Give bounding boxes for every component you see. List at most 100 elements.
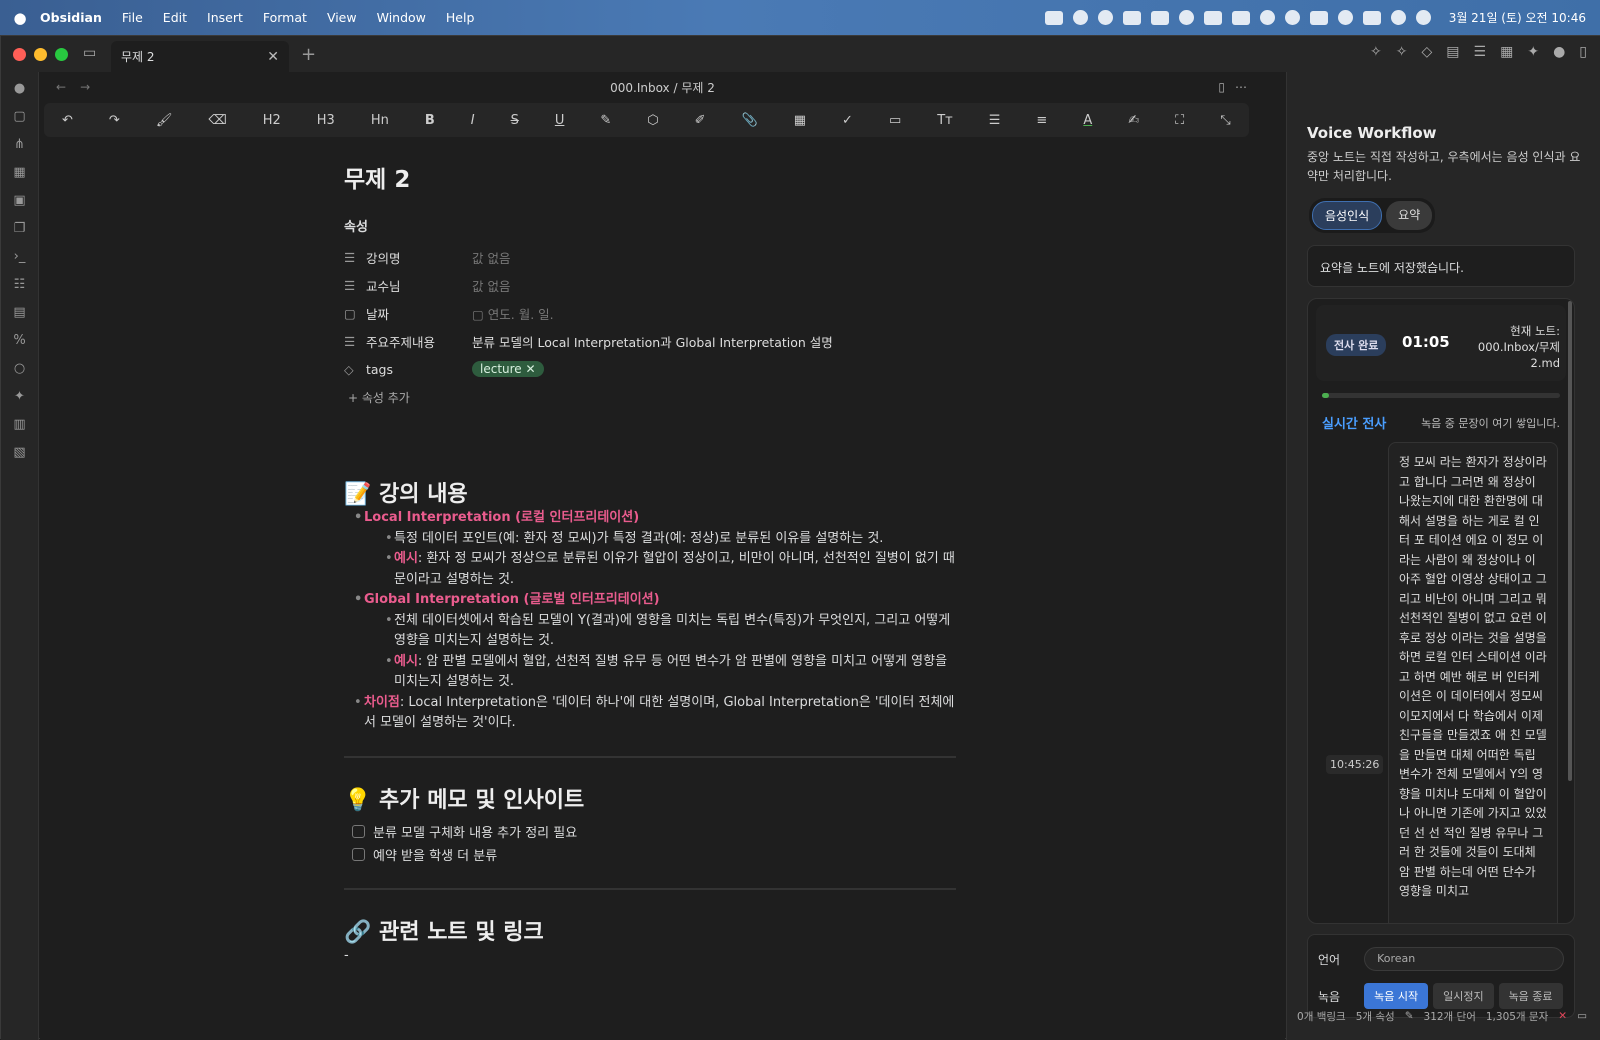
heading3-button[interactable]: H3 (317, 113, 335, 128)
add-property-button[interactable]: + 속성 추가 (344, 389, 956, 406)
edit-icon[interactable]: ✐ (695, 113, 706, 128)
heading-n-button[interactable]: Hn (371, 113, 389, 128)
status-icon[interactable] (1044, 10, 1063, 25)
backlinks-count[interactable]: 0개 백링크 (1297, 1009, 1346, 1024)
right-sidebar-toggle-icon[interactable]: ▯ (1579, 44, 1587, 60)
menu-help[interactable]: Help (446, 10, 475, 25)
clock[interactable]: 3월 21일 (토) 오전 10:46 (1449, 9, 1586, 26)
cube-icon[interactable]: ⬡ (647, 113, 658, 128)
tab-summary[interactable]: 요약 (1386, 201, 1433, 230)
italic-button[interactable]: I (471, 113, 475, 128)
property-key[interactable]: 날짜 (366, 304, 472, 323)
tag-pill[interactable]: lecture ✕ (472, 361, 544, 377)
list-icon[interactable]: ☰ (1474, 44, 1487, 60)
property-key[interactable]: tags (366, 362, 472, 377)
underline-button[interactable]: U (555, 113, 565, 128)
status-icon[interactable] (1284, 10, 1300, 25)
zoom-window-button[interactable] (55, 47, 68, 61)
eraser-icon[interactable]: ⌫ (208, 113, 226, 128)
menu-file[interactable]: File (122, 10, 143, 25)
close-window-button[interactable] (13, 47, 26, 61)
status-icon[interactable] (1259, 10, 1275, 25)
language-select[interactable]: Korean (1364, 947, 1565, 971)
text-size-icon[interactable]: Tт (937, 113, 953, 128)
attachment-icon[interactable]: 📎 (742, 113, 758, 128)
property-value[interactable]: 값 없음 (472, 248, 510, 267)
menu-window[interactable]: Window (377, 10, 426, 25)
sync-off-icon[interactable]: ✕ (1558, 1010, 1567, 1022)
apple-icon[interactable]: ● (0, 9, 40, 27)
mic-icon[interactable]: ● (14, 80, 25, 98)
battery-icon[interactable] (1362, 10, 1381, 25)
archive-icon[interactable]: ▤ (1446, 44, 1459, 60)
heading2-button[interactable]: H2 (263, 113, 281, 128)
copy-icon[interactable]: ❐ (14, 220, 26, 238)
terminal-icon[interactable]: ›_ (14, 248, 26, 266)
trash-icon[interactable]: ▭ (1577, 1010, 1587, 1022)
list-icon[interactable]: ☰ (989, 113, 1001, 128)
checklist-icon[interactable]: ✓ (842, 113, 853, 128)
property-row[interactable]: ◇ tags lecture ✕ (344, 355, 956, 383)
table-icon[interactable]: ▦ (794, 113, 806, 128)
reading-view-icon[interactable]: ▯ (1218, 80, 1225, 94)
checkbox[interactable] (352, 824, 365, 838)
more-options-icon[interactable]: ⋯ (1235, 80, 1247, 94)
redo-icon[interactable]: ↷ (109, 113, 120, 128)
property-row[interactable]: ☰ 교수님 값 없음 (344, 271, 956, 299)
status-icon[interactable] (1309, 10, 1328, 25)
graph-icon[interactable]: ⋔ (14, 136, 25, 154)
list-icon[interactable]: ☷ (14, 276, 26, 294)
bold-button[interactable]: B (425, 113, 435, 128)
edit-icon[interactable]: ✎ (1405, 1010, 1414, 1022)
search-icon[interactable] (1390, 10, 1406, 25)
property-key[interactable]: 강의명 (366, 248, 472, 267)
note-editor[interactable]: 무제 2 속성 ☰ 강의명 값 없음 ☰ 교수님 값 없음 ▢ 날짜 ▢ 연도.… (344, 142, 956, 966)
strikethrough-button[interactable]: S (511, 113, 519, 128)
property-row[interactable]: ☰ 강의명 값 없음 (344, 243, 956, 271)
format-painter-icon[interactable]: 🖌 (156, 113, 173, 128)
collapse-icon[interactable]: ⤡ (1220, 113, 1230, 128)
menu-edit[interactable]: Edit (163, 10, 187, 25)
minimize-window-button[interactable] (34, 47, 47, 61)
property-row[interactable]: ☰ 주요주제내용 분류 모델의 Local Interpretation과 Gl… (344, 327, 956, 355)
new-tab-button[interactable]: + (301, 44, 316, 65)
status-icon[interactable] (1203, 10, 1222, 25)
date-picker[interactable]: ▢ 연도. 월. 일. (472, 304, 554, 323)
todo-item[interactable]: 예약 받을 학생 더 분류 (344, 843, 956, 866)
fullscreen-icon[interactable]: ⛶ (1175, 113, 1184, 128)
highlight-color-icon[interactable]: ✍ (1128, 113, 1139, 128)
property-row[interactable]: ▢ 날짜 ▢ 연도. 월. 일. (344, 299, 956, 327)
checkbox[interactable] (352, 847, 365, 861)
breadcrumb-folder[interactable]: 000.Inbox (610, 81, 670, 95)
calendar-icon[interactable]: ▦ (1500, 44, 1513, 60)
property-value[interactable]: 값 없음 (472, 276, 510, 295)
slides-icon[interactable]: ▤ (13, 304, 25, 322)
property-key[interactable]: 교수님 (366, 276, 472, 295)
search-icon[interactable]: ○ (14, 360, 25, 378)
plugin-icon[interactable]: ✧ (1396, 44, 1408, 60)
close-tab-icon[interactable]: ✕ (267, 49, 279, 65)
grid-icon[interactable]: ▦ (13, 164, 25, 182)
highlight-pen-icon[interactable]: ✎ (600, 113, 611, 128)
menu-format[interactable]: Format (263, 10, 307, 25)
status-icon[interactable] (1178, 10, 1194, 25)
kanban-icon[interactable]: ▧ (13, 444, 25, 462)
menu-view[interactable]: View (327, 10, 357, 25)
status-icon[interactable] (1231, 10, 1250, 25)
tab-speech-recognition[interactable]: 음성인식 (1312, 201, 1383, 230)
callout-icon[interactable]: ▭ (889, 113, 901, 128)
menu-app-name[interactable]: Obsidian (40, 10, 102, 25)
tab-note[interactable]: 무제 2 ✕ (111, 41, 289, 72)
mic-icon[interactable]: ● (1553, 44, 1565, 60)
status-icon[interactable] (1150, 10, 1169, 25)
font-color-icon[interactable]: A (1083, 113, 1092, 128)
wifi-icon[interactable] (1337, 10, 1353, 25)
menu-insert[interactable]: Insert (207, 10, 243, 25)
code-icon[interactable]: % (13, 332, 25, 350)
undo-icon[interactable]: ↶ (62, 113, 73, 128)
wand-icon[interactable]: ✦ (14, 388, 25, 406)
control-center-icon[interactable] (1415, 10, 1431, 25)
file-icon[interactable]: ▢ (13, 108, 25, 126)
todo-item[interactable]: 분류 모델 구체화 내용 추가 정리 필요 (344, 820, 956, 843)
breadcrumb-note[interactable]: 무제 2 (681, 81, 715, 95)
